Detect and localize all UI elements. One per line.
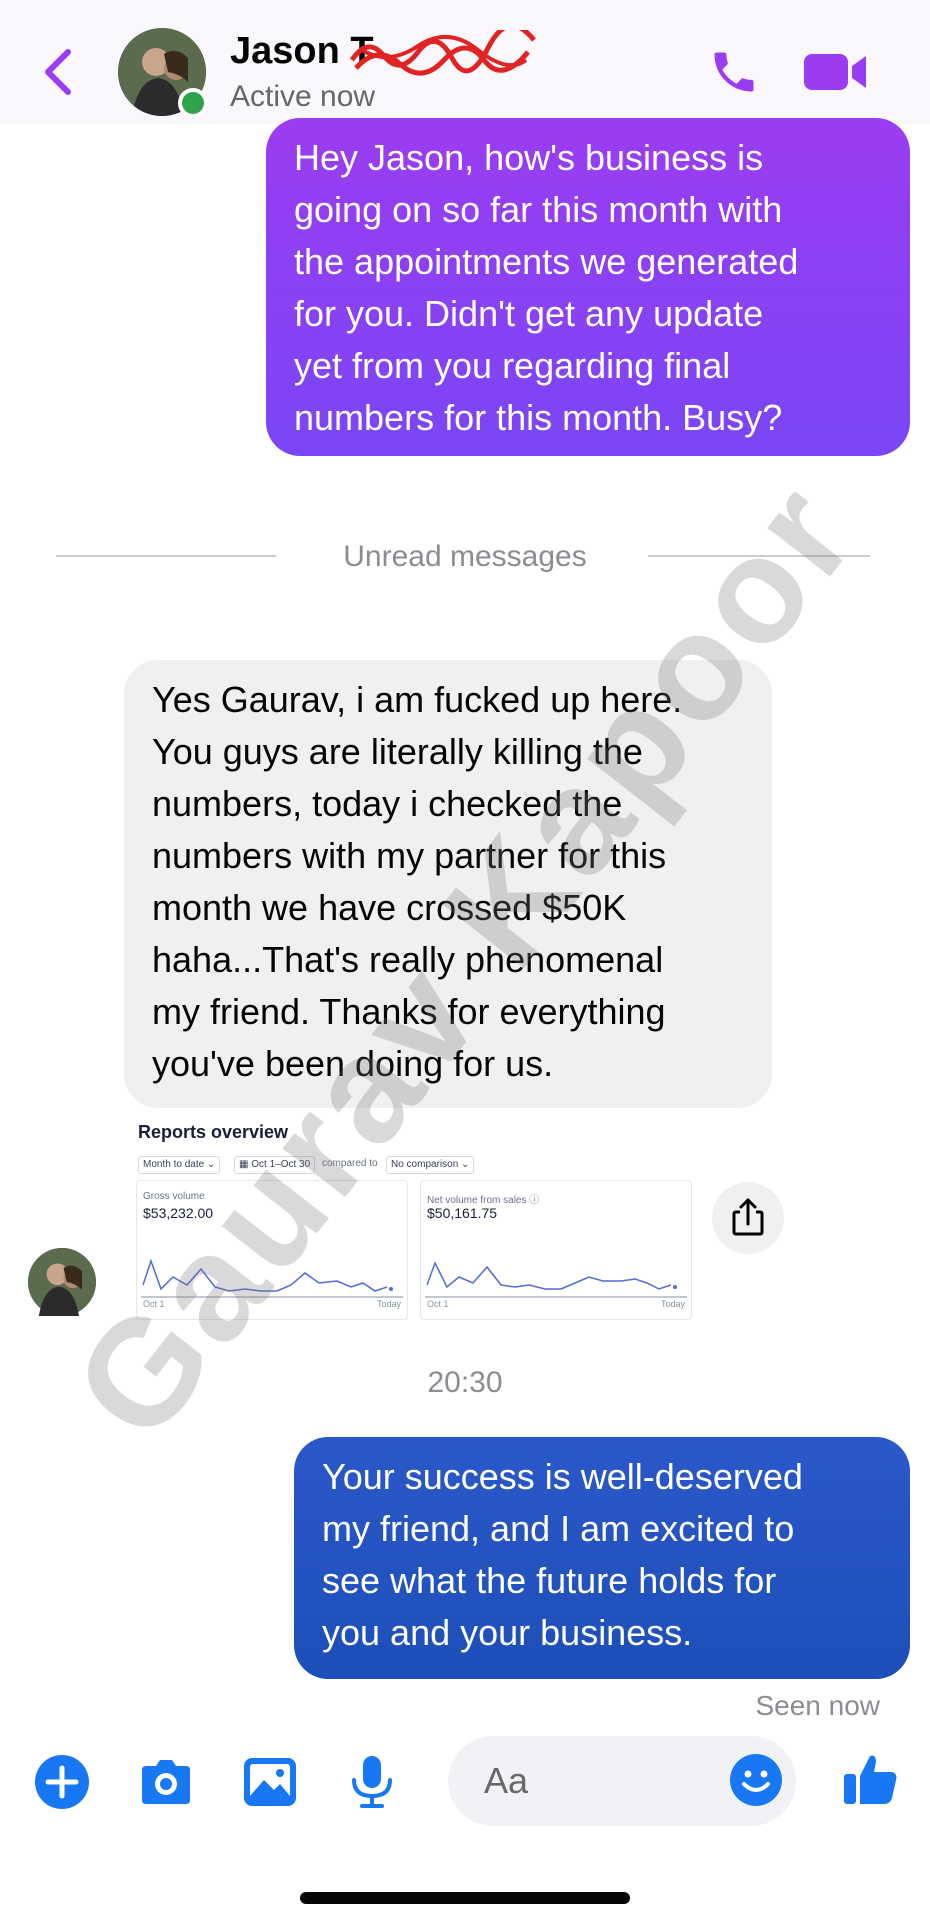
online-indicator: [178, 88, 208, 118]
message-line: you and your business.: [322, 1612, 693, 1653]
emoji-button[interactable]: [726, 1750, 786, 1810]
message-line: Your success is well-deserved: [322, 1456, 803, 1497]
video-call-button[interactable]: [802, 50, 868, 94]
message-line: the appointments we generated: [294, 241, 799, 282]
message-placeholder: Aa: [484, 1760, 529, 1801]
net-volume-value: $50,161.75: [427, 1205, 498, 1221]
emoji-icon: [730, 1754, 782, 1806]
back-button[interactable]: [38, 44, 78, 100]
voice-message-button[interactable]: [342, 1752, 402, 1812]
camera-button[interactable]: [136, 1752, 196, 1812]
microphone-icon: [352, 1756, 392, 1808]
phone-icon: [714, 52, 754, 92]
net-volume-panel: Net volume from sales ⓘ $50,161.75 Oct 1…: [420, 1180, 692, 1320]
image-icon: [244, 1758, 296, 1806]
plus-icon: [35, 1755, 89, 1809]
like-button[interactable]: [840, 1748, 900, 1808]
more-actions-button[interactable]: [32, 1752, 92, 1812]
net-start-label: Oct 1: [427, 1299, 449, 1309]
camera-icon: [142, 1760, 190, 1804]
info-icon: ⓘ: [529, 1195, 540, 1206]
message-line: yet from you regarding final: [294, 345, 731, 386]
gross-end-label: Today: [376, 1299, 401, 1309]
net-end-label: Today: [660, 1299, 685, 1309]
net-volume-sparkline: [425, 1261, 687, 1298]
outgoing-message[interactable]: Your success is well-deserved my friend,…: [294, 1437, 910, 1679]
message-line: see what the future holds for: [322, 1560, 777, 1601]
redaction-scribble: [349, 30, 536, 76]
message-line: my friend, and I am excited to: [322, 1508, 795, 1549]
audio-call-button[interactable]: [708, 46, 760, 98]
net-volume-label: Net volume from sales ⓘ: [427, 1195, 540, 1206]
message-input[interactable]: Aa: [448, 1736, 796, 1826]
home-indicator: [300, 1892, 630, 1904]
share-icon: [732, 1198, 764, 1236]
active-status: Active now: [230, 80, 376, 113]
video-icon: [804, 54, 866, 90]
thumbs-up-icon: [844, 1755, 897, 1804]
message-line: going on so far this month with: [294, 189, 783, 230]
message-line: Hey Jason, how's business is: [294, 137, 764, 178]
gallery-button[interactable]: [240, 1752, 300, 1812]
message-line: for you. Didn't get any update: [294, 293, 764, 334]
share-button[interactable]: [712, 1182, 784, 1254]
outgoing-message[interactable]: Hey Jason, how's business is going on so…: [266, 118, 910, 456]
back-icon: [45, 49, 71, 95]
message-line: numbers for this month. Busy?: [294, 397, 783, 438]
seen-indicator: Seen now: [755, 1690, 880, 1721]
